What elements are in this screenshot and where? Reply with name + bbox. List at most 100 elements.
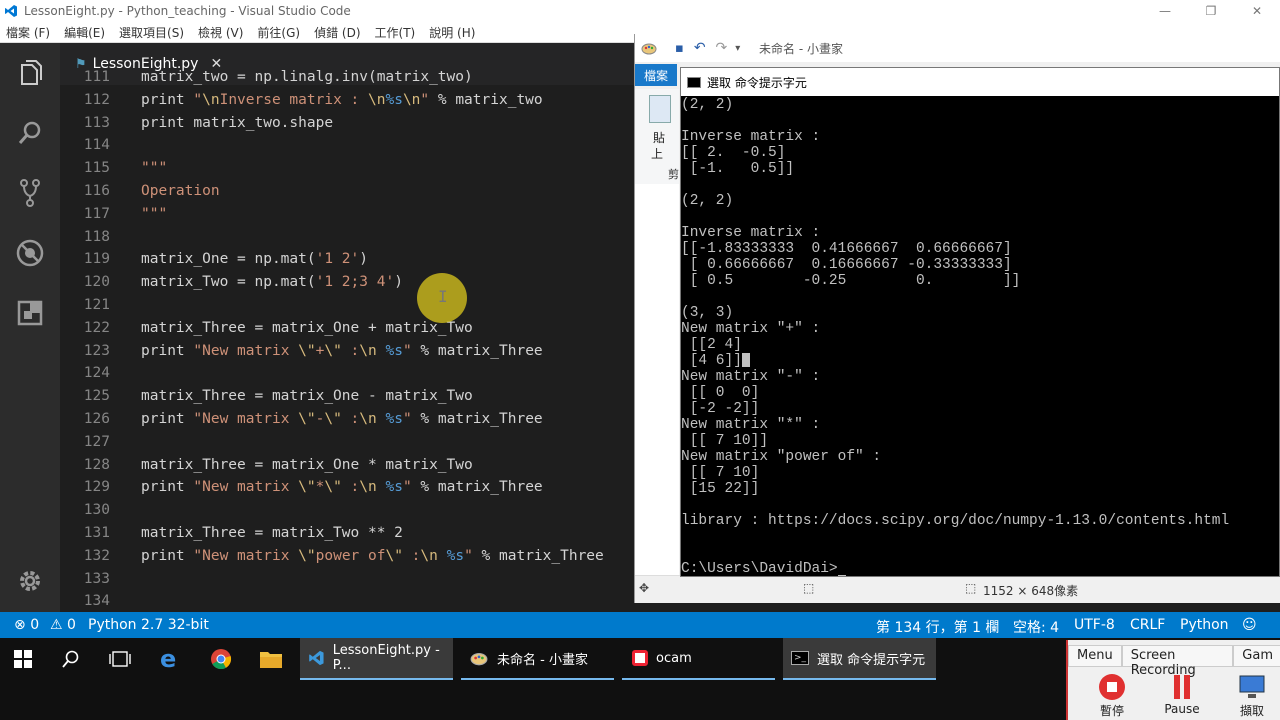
status-bar: ⊗ 0 ⚠ 0 Python 2.7 32-bit 第 134 行，第 1 欄 … <box>0 612 1280 638</box>
ocam-tab-game[interactable]: Gam <box>1233 645 1280 667</box>
cmd-output[interactable]: (2, 2) Inverse matrix :[[ 2. -0.5] [-1. 0… <box>681 96 1279 576</box>
menu-file[interactable]: 檔案 (F) <box>6 24 50 41</box>
line-code: matrix_two = np.linalg.inv(matrix_two) <box>141 69 473 85</box>
title-bar: LessonEight.py - Python_teaching - Visua… <box>0 0 1280 22</box>
code-line[interactable]: 134 <box>60 590 640 612</box>
search-icon[interactable] <box>15 118 45 148</box>
save-icon[interactable]: ▪ <box>675 41 684 56</box>
paint-canvas[interactable] <box>635 184 679 584</box>
paste-icon[interactable] <box>649 95 671 123</box>
ocam-tab-screen-recording[interactable]: Screen Recording <box>1121 645 1234 678</box>
line-number: 121 <box>83 297 110 313</box>
cursor-position[interactable]: 第 134 行，第 1 欄 <box>876 617 999 637</box>
stop-label: 暫停 <box>1099 704 1124 718</box>
cmd-line: [-1. 0.5]] <box>681 161 795 177</box>
python-interpreter[interactable]: Python 2.7 32-bit <box>88 617 209 633</box>
restore-icon[interactable]: ❐ <box>1188 0 1234 22</box>
line-code: """ <box>141 205 168 222</box>
code-line[interactable]: 133 <box>60 568 640 591</box>
feedback-smiley-icon[interactable]: ☺ <box>1242 617 1257 633</box>
code-line[interactable]: 117 """ <box>60 203 640 226</box>
line-number: 120 <box>83 274 110 291</box>
code-line[interactable]: 129 print "New matrix \"*\" :\n %s" % mat… <box>60 476 640 499</box>
chrome-icon[interactable] <box>210 638 232 680</box>
line-code: matrix_Three = matrix_One * matrix_Two <box>141 456 473 473</box>
menu-debug[interactable]: 偵錯 (D) <box>314 24 360 41</box>
canvas-dimensions: 1152 × 648像素 <box>983 584 1079 598</box>
menu-go[interactable]: 前往(G) <box>257 24 300 41</box>
editor-area[interactable]: ⚑ LessonEight.py ✕ 111 matrix_two = np.li… <box>60 43 640 612</box>
line-number: 122 <box>83 319 110 336</box>
file-explorer-icon[interactable] <box>259 638 283 680</box>
code-line[interactable]: 118 <box>60 226 640 249</box>
line-code: print "New matrix \"-\" :\n %s" % matrix… <box>141 411 543 427</box>
paint-file-tab[interactable]: 檔案 <box>635 64 677 86</box>
taskbar-app-ocam[interactable]: ocam <box>622 638 775 680</box>
code-line[interactable]: 128 matrix_Three = matrix_One * matrix_Tw… <box>60 454 640 477</box>
line-code: """ <box>141 160 168 177</box>
source-control-icon[interactable] <box>15 178 45 208</box>
code-line[interactable]: 131 matrix_Three = matrix_Two ** 2 <box>60 522 640 545</box>
language-mode[interactable]: Python <box>1180 617 1229 633</box>
code-line[interactable]: 114 <box>60 134 640 157</box>
code-line[interactable]: 132 print "New matrix \"power of\" :\n %s… <box>60 545 640 568</box>
cmd-window[interactable]: 選取 命令提示字元 (2, 2) Inverse matrix :[[ 2. -0… <box>680 67 1280 577</box>
taskbar-search-icon[interactable] <box>62 638 80 680</box>
code-line[interactable]: 121 <box>60 294 640 317</box>
menu-edit[interactable]: 編輯(E) <box>64 24 105 41</box>
redo-icon[interactable]: ↷ <box>716 40 728 56</box>
line-number: 111 <box>83 69 110 85</box>
minimize-icon[interactable]: — <box>1142 0 1188 22</box>
stop-button[interactable]: 暫停 <box>1088 672 1136 720</box>
code-line[interactable]: 119 matrix_One = np.mat('1 2') <box>60 248 640 271</box>
code-area[interactable]: 111 matrix_two = np.linalg.inv(matrix_two… <box>60 69 640 612</box>
code-line[interactable]: 127 <box>60 431 640 454</box>
extensions-icon[interactable] <box>15 298 45 328</box>
code-line[interactable]: 112 print "\nInverse matrix : \n%s\n" % m… <box>60 89 640 112</box>
menu-help[interactable]: 說明 (H) <box>429 24 475 41</box>
ocam-taskbar-icon <box>632 650 648 666</box>
code-line[interactable]: 124 <box>60 362 640 385</box>
menu-tasks[interactable]: 工作(T) <box>375 24 416 41</box>
menu-view[interactable]: 檢視 (V) <box>198 24 243 41</box>
code-line[interactable]: 120 matrix_Two = np.mat('1 2;3 4') <box>60 271 640 294</box>
code-line[interactable]: 130 <box>60 499 640 522</box>
taskbar-app-cmd[interactable]: >_ 選取 命令提示字元 <box>783 638 936 680</box>
undo-icon[interactable]: ↶ <box>694 40 706 56</box>
cmd-line: library : https://docs.scipy.org/doc/num… <box>681 513 1230 529</box>
encoding[interactable]: UTF-8 <box>1074 617 1115 633</box>
code-line[interactable]: 126 print "New matrix \"-\" :\n %s" % mat… <box>60 408 640 431</box>
taskbar-app-label: ocam <box>656 650 692 666</box>
cmd-title: 選取 命令提示字元 <box>707 75 807 90</box>
warnings-indicator[interactable]: ⚠ 0 <box>50 617 76 633</box>
ocam-tab-menu[interactable]: Menu <box>1068 645 1122 667</box>
vscode-taskbar-icon <box>309 650 324 666</box>
code-line[interactable]: 125 matrix_Three = matrix_One - matrix_Tw… <box>60 385 640 408</box>
windows-start-icon[interactable] <box>14 638 36 680</box>
code-line[interactable]: 113 print matrix_two.shape <box>60 112 640 135</box>
debug-icon[interactable] <box>15 238 45 268</box>
code-line[interactable]: 116 Operation <box>60 180 640 203</box>
code-line[interactable]: 123 print "New matrix \"+\" :\n %s" % mat… <box>60 340 640 363</box>
capture-button[interactable]: 擷取 <box>1228 672 1276 720</box>
task-view-icon[interactable] <box>109 638 131 680</box>
customize-dropdown-icon[interactable]: ▾ <box>735 43 740 54</box>
close-window-icon[interactable]: ✕ <box>1234 0 1280 22</box>
errors-indicator[interactable]: ⊗ 0 <box>14 617 39 633</box>
taskbar-app-paint[interactable]: 未命名 - 小畫家 <box>461 638 614 680</box>
line-code: matrix_Three = matrix_Two ** 2 <box>141 525 403 541</box>
menu-selection[interactable]: 選取項目(S) <box>119 24 184 41</box>
edge-icon[interactable]: e <box>160 638 176 680</box>
code-line[interactable]: 111 matrix_two = np.linalg.inv(matrix_two… <box>60 66 640 89</box>
ocam-tabs: Menu Screen Recording Gam <box>1068 645 1280 678</box>
taskbar-app-vscode[interactable]: LessonEight.py - P... <box>300 638 453 680</box>
code-line[interactable]: 115 """ <box>60 157 640 180</box>
line-ending[interactable]: CRLF <box>1130 617 1165 633</box>
settings-gear-icon[interactable] <box>15 566 45 596</box>
cmd-line: [[ 0 0] <box>681 385 760 401</box>
error-icon: ⊗ <box>14 617 26 633</box>
code-line[interactable]: 122 matrix_Three = matrix_One + matrix_Tw… <box>60 317 640 340</box>
pause-button[interactable]: Pause <box>1158 672 1206 720</box>
indentation[interactable]: 空格: 4 <box>1013 617 1059 637</box>
explorer-icon[interactable] <box>15 58 45 88</box>
